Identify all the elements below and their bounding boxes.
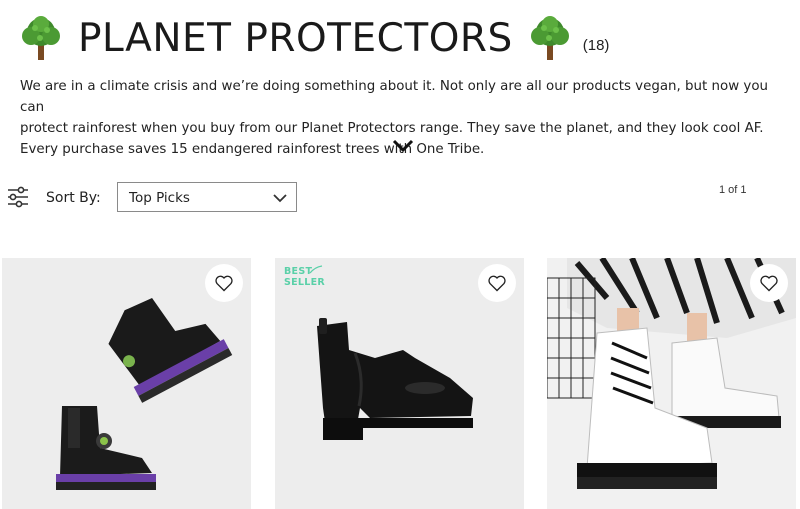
heart-icon	[760, 275, 778, 292]
sort-selected-value: Top Picks	[129, 190, 190, 206]
heart-icon	[215, 275, 233, 292]
tree-icon	[530, 16, 569, 60]
wishlist-button[interactable]	[205, 264, 243, 302]
description-line: protect rainforest when you buy from our…	[20, 121, 764, 136]
pagination-indicator: 1 of 1	[719, 184, 747, 196]
description-line: We are in a climate crisis and we’re doi…	[20, 79, 769, 115]
filter-icon[interactable]	[6, 185, 30, 209]
product-count: (18)	[582, 36, 610, 54]
heart-icon	[488, 275, 506, 292]
product-card[interactable]: BEST SELLER	[275, 258, 524, 509]
sparkle-icon	[309, 265, 323, 274]
badge-line: SELLER	[284, 277, 326, 288]
wishlist-button[interactable]	[750, 264, 788, 302]
tree-icon	[22, 16, 60, 60]
sort-label: Sort By:	[46, 190, 101, 206]
sort-select[interactable]: Top Picks	[117, 182, 297, 212]
page-header: PLANET PROTECTORS (18)	[18, 8, 609, 68]
page-title: PLANET PROTECTORS	[78, 15, 513, 61]
chevron-down-icon	[273, 194, 287, 203]
wishlist-button[interactable]	[478, 264, 516, 302]
product-card[interactable]	[2, 258, 251, 509]
product-card[interactable]	[547, 258, 796, 509]
chevron-down-icon[interactable]	[392, 138, 414, 154]
